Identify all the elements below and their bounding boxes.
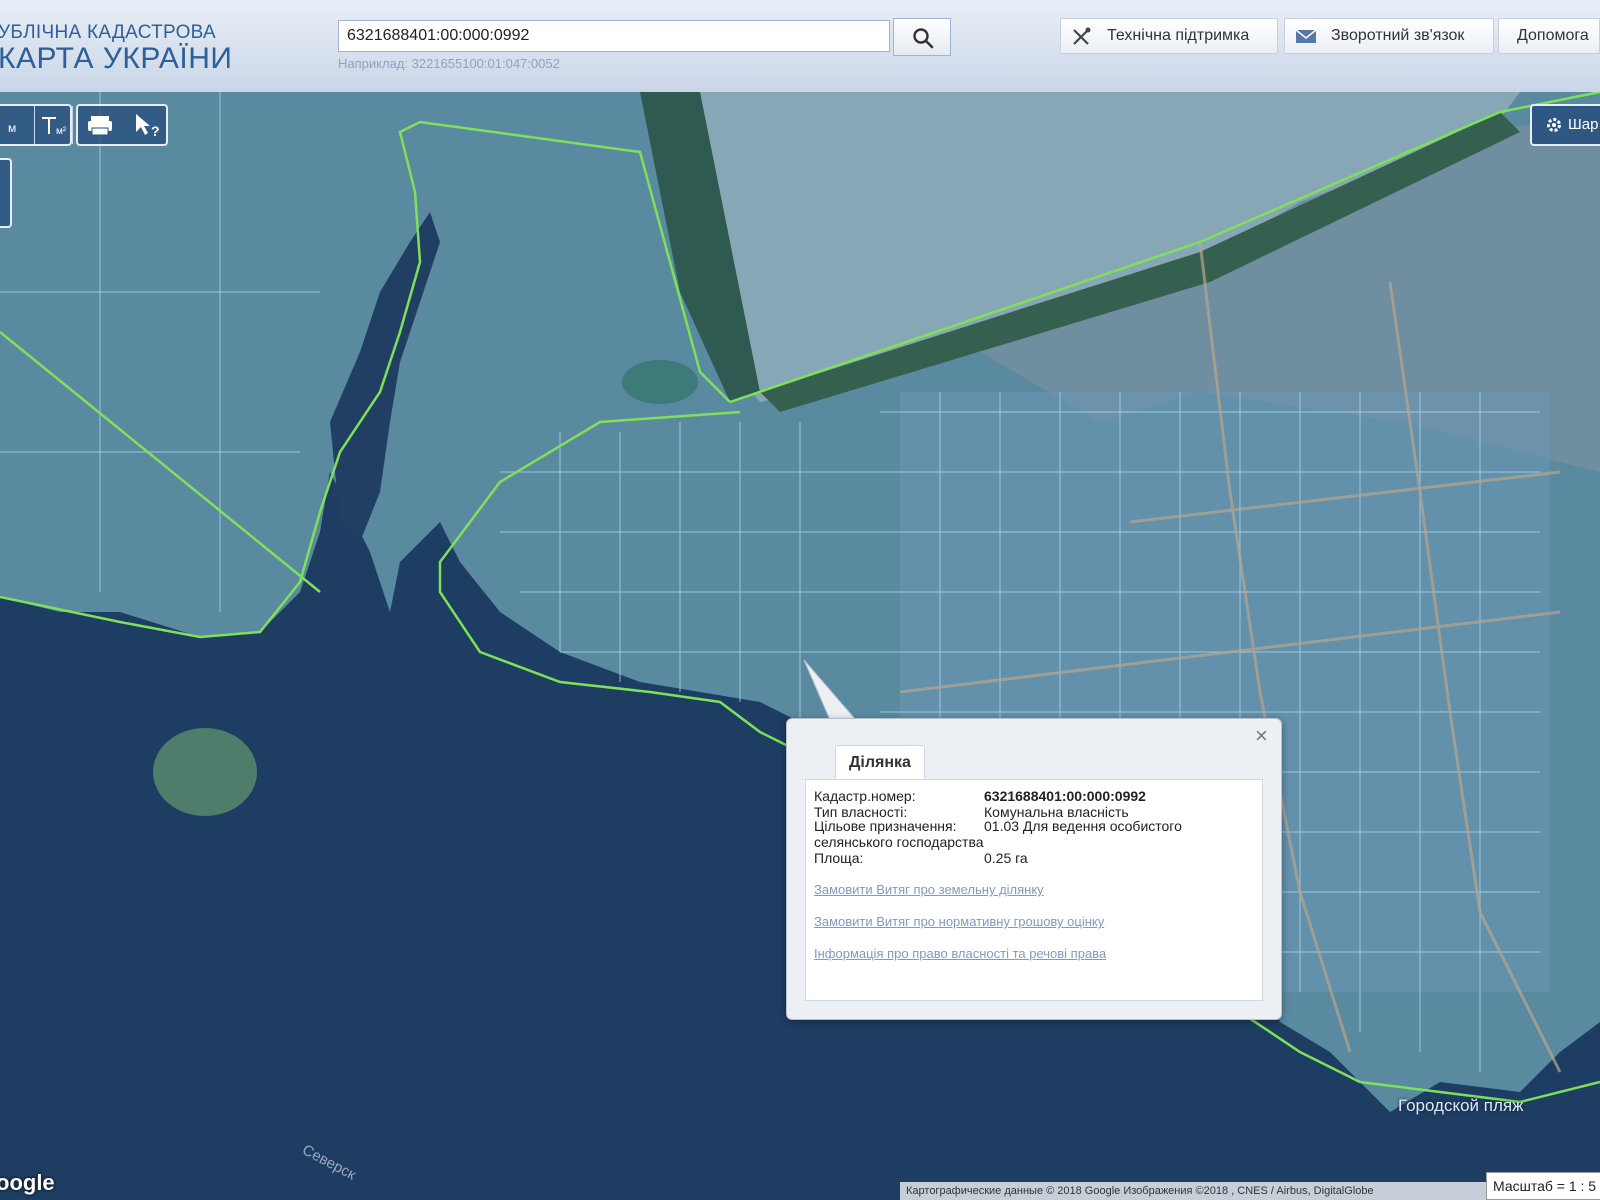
- google-logo: oogle: [0, 1170, 55, 1195]
- search-button[interactable]: [893, 18, 951, 56]
- layers-button[interactable]: Шар: [1530, 104, 1600, 146]
- popup-pointer: [803, 659, 858, 721]
- svg-text:м: м: [8, 121, 16, 135]
- place-label-city-beach: Городской пляж: [1398, 1096, 1524, 1115]
- svg-text:?: ?: [151, 123, 160, 139]
- search-input[interactable]: [338, 20, 890, 52]
- map-attribution: Картографические данные © 2018 Google Из…: [900, 1182, 1486, 1200]
- envelope-icon: [1295, 27, 1317, 50]
- parcel-info-popup: × Ділянка Кадастр.номер: 6321688401:00:0…: [786, 718, 1282, 1020]
- logo-title-top: УБЛІЧНА КАДАСТРОВА: [0, 22, 216, 43]
- feedback-button[interactable]: Зворотний зв'язок: [1284, 18, 1494, 54]
- print-button[interactable]: [78, 106, 123, 144]
- layers-label: Шар: [1568, 116, 1599, 133]
- print-toolbar: ?: [76, 104, 168, 146]
- area-label: Площа:: [814, 850, 864, 866]
- measure-area-button[interactable]: м²: [36, 106, 73, 144]
- logo-title-main: КАРТА УКРАЇНИ: [0, 42, 233, 75]
- map-scale: Масштаб = 1 : 5: [1486, 1172, 1600, 1200]
- technical-support-button[interactable]: Технічна підтримка: [1060, 18, 1278, 54]
- ownership-rights-info-link[interactable]: Інформація про право власності та речові…: [814, 946, 1106, 961]
- measure-toolbar: м м²: [0, 104, 73, 146]
- gear-icon: [1546, 117, 1562, 137]
- order-parcel-extract-link[interactable]: Замовити Витяг про земельну ділянку: [814, 882, 1044, 897]
- tools-icon: [1071, 27, 1093, 52]
- tab-parcel[interactable]: Ділянка: [835, 745, 925, 779]
- ruler-icon: м: [8, 121, 16, 135]
- technical-support-label: Технічна підтримка: [1107, 27, 1250, 44]
- popup-close-icon[interactable]: ×: [1255, 725, 1268, 747]
- search-hint: Наприклад: 3221655100:01:047:0052: [338, 56, 560, 71]
- printer-icon: [88, 116, 112, 136]
- popup-content: Кадастр.номер: 6321688401:00:000:0992 Ти…: [805, 779, 1263, 1001]
- map-imagery: [0, 92, 1600, 1200]
- satellite-map[interactable]: Городской пляж Северск: [0, 92, 1600, 1200]
- purpose-value-line2: селянського господарства: [814, 834, 984, 850]
- header: УБЛІЧНА КАДАСТРОВА КАРТА УКРАЇНИ Наприкл…: [0, 0, 1600, 93]
- cadastral-number-label: Кадастр.номер:: [814, 788, 916, 804]
- purpose-value-line1: 01.03 Для ведення особистого: [984, 818, 1182, 834]
- cursor-question-icon: ?: [136, 114, 160, 139]
- area-measure-icon: м²: [42, 117, 67, 137]
- area-value: 0.25 га: [984, 850, 1028, 866]
- help-label: Допомога: [1517, 27, 1589, 44]
- search-icon: [913, 28, 934, 49]
- identify-button[interactable]: ?: [124, 106, 169, 144]
- feedback-label: Зворотний зв'язок: [1331, 27, 1465, 44]
- purpose-label: Цільове призначення:: [814, 818, 957, 834]
- svg-text:м²: м²: [56, 126, 67, 137]
- cadastral-number-value: 6321688401:00:000:0992: [984, 788, 1146, 804]
- measure-distance-button[interactable]: м: [0, 106, 35, 144]
- order-valuation-extract-link[interactable]: Замовити Витяг про нормативну грошову оц…: [814, 914, 1104, 929]
- zoom-control[interactable]: [0, 158, 12, 228]
- help-button[interactable]: Допомога: [1498, 18, 1600, 54]
